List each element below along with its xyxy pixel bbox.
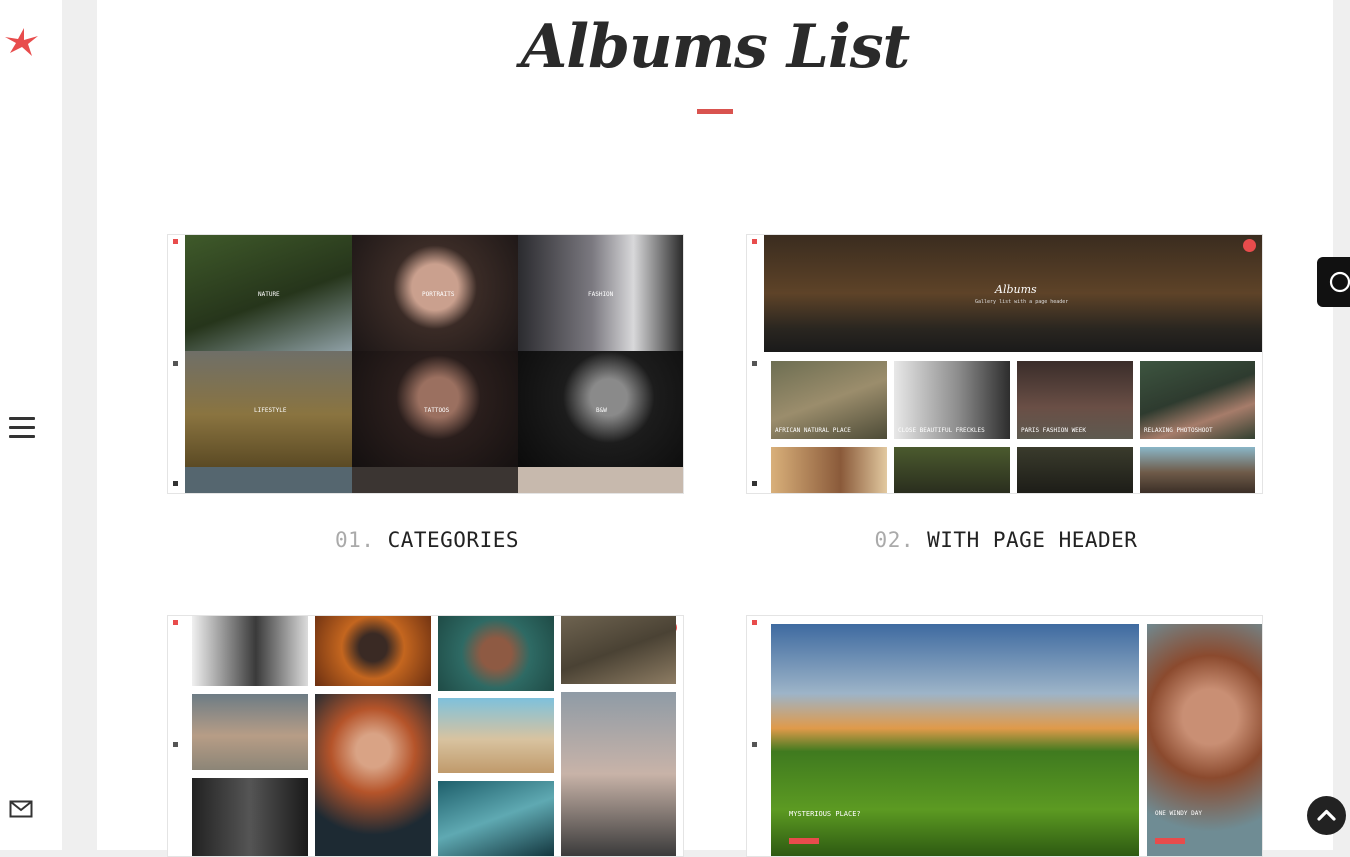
photo-tile <box>315 616 431 686</box>
photo-tile <box>192 616 308 686</box>
envelope-icon[interactable] <box>9 799 33 819</box>
album-label-categories[interactable]: 01. CATEGORIES <box>167 528 687 552</box>
tile-caption: Nature <box>258 291 280 298</box>
caption-button <box>789 838 819 844</box>
photo-tile <box>561 616 676 684</box>
tile-caption: Relaxing Photoshoot <box>1144 427 1213 434</box>
photo-tile <box>438 616 554 691</box>
photo-tile <box>561 692 676 856</box>
photo-tile <box>771 447 887 493</box>
tile-caption: African Natural Place <box>775 427 851 434</box>
album-number: 01. <box>334 528 375 552</box>
photo-tile <box>352 467 518 493</box>
tile-caption: Close Beautiful Freckles <box>898 427 985 434</box>
scroll-to-top-button[interactable] <box>1307 796 1346 835</box>
photo-caption: Mysterious Place? <box>789 810 861 818</box>
photo-tile <box>192 694 308 770</box>
notification-badge <box>1243 239 1256 252</box>
photo-tile <box>1017 447 1133 493</box>
caption-button <box>1155 838 1185 844</box>
page-title: Albums List <box>520 12 911 82</box>
album-thumbnail-split[interactable]: Mysterious Place? One Windy Day <box>746 615 1263 857</box>
photo-tile <box>438 698 554 773</box>
preview-rail <box>747 235 763 493</box>
tile-caption: Paris Fashion Week <box>1021 427 1087 434</box>
photo-tile <box>192 778 308 856</box>
album-label-with-page-header[interactable]: 02. WITH PAGE HEADER <box>746 528 1266 552</box>
bird-logo-icon[interactable] <box>2 22 40 60</box>
photo-tile <box>315 694 431 856</box>
tile-caption: Lifestyle <box>254 407 287 414</box>
preview-rail <box>168 235 184 493</box>
chevron-up-icon <box>1317 809 1336 821</box>
photo-tile <box>771 624 1139 856</box>
photo-tile <box>438 781 554 856</box>
sidebar <box>0 0 62 850</box>
header-title: Albums <box>995 283 1037 296</box>
main-content: Albums List Nature Portraits Fashion Lif… <box>97 0 1333 857</box>
photo-tile <box>185 467 352 493</box>
album-title: WITH PAGE HEADER <box>927 528 1138 552</box>
tile-caption: Tattoos <box>424 407 450 414</box>
tile-caption: Portraits <box>422 291 455 298</box>
photo-tile <box>1140 447 1255 493</box>
preview-rail <box>168 616 184 856</box>
album-thumbnail-categories[interactable]: Nature Portraits Fashion Lifestyle Tatto… <box>167 234 684 494</box>
photo-tile <box>518 467 683 493</box>
moon-icon <box>1329 271 1350 293</box>
hamburger-menu-icon[interactable] <box>9 417 35 439</box>
album-thumbnail-masonry[interactable] <box>167 615 684 857</box>
photo-tile <box>1147 624 1262 856</box>
tile-caption: Fashion <box>588 291 614 298</box>
photo-caption: One Windy Day <box>1155 810 1202 817</box>
photo-tile <box>894 447 1010 493</box>
album-thumbnail-with-page-header[interactable]: Albums Gallery list with a page header A… <box>746 234 1263 494</box>
theme-toggle-button[interactable] <box>1317 257 1350 307</box>
tile-caption: B&W <box>596 407 607 414</box>
title-underline <box>697 109 733 114</box>
album-title: CATEGORIES <box>387 528 520 552</box>
header-subtitle: Gallery list with a page header <box>975 299 1069 305</box>
preview-rail <box>747 616 763 856</box>
album-number: 02. <box>874 528 914 552</box>
